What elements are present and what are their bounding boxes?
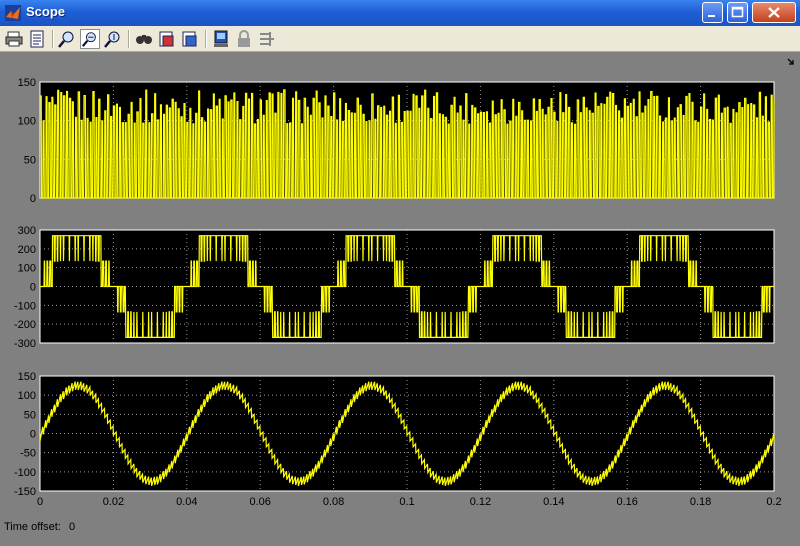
- x-tick-label: 0.02: [103, 496, 124, 508]
- x-tick-label: 0.1: [399, 496, 414, 508]
- y-tick-label: 0: [30, 193, 36, 205]
- toolbar: [0, 26, 800, 65]
- y-tick-label: 100: [18, 116, 36, 128]
- signal-selection-icon[interactable]: [257, 29, 277, 49]
- x-tick-label: 0: [37, 496, 43, 508]
- time-offset-value: 0: [69, 521, 76, 533]
- y-tick-label: 300: [18, 225, 36, 237]
- y-tick-label: 150: [18, 77, 36, 89]
- x-tick-label: 0.12: [470, 496, 491, 508]
- close-button[interactable]: [752, 2, 796, 23]
- y-tick-label: -300: [14, 338, 36, 350]
- time-offset-label: Time offset:: [4, 521, 61, 533]
- y-tick-label: 150: [18, 371, 36, 383]
- x-tick-label: 0.08: [323, 496, 344, 508]
- matlab-icon: [5, 5, 21, 21]
- y-tick-label: 0: [30, 282, 36, 294]
- x-tick-label: 0.2: [766, 496, 781, 508]
- y-tick-label: 100: [18, 390, 36, 402]
- x-tick-label: 0.14: [543, 496, 564, 508]
- print-icon[interactable]: [4, 29, 24, 49]
- x-tick-label: 0.16: [616, 496, 637, 508]
- y-tick-label: -100: [14, 467, 36, 479]
- y-tick-label: 50: [24, 409, 36, 421]
- zoom-y-icon[interactable]: [103, 29, 123, 49]
- y-tick-label: 100: [18, 263, 36, 275]
- parameters-icon[interactable]: [27, 29, 47, 49]
- maximize-button[interactable]: [727, 2, 748, 23]
- save-axes-icon[interactable]: [157, 29, 177, 49]
- y-tick-label: -150: [14, 486, 36, 498]
- minimize-icon: [708, 15, 715, 17]
- zoom-icon[interactable]: [57, 29, 77, 49]
- zoom-x-button[interactable]: [80, 29, 100, 49]
- zoom-x-icon: [81, 32, 96, 47]
- title-bar[interactable]: Scope: [0, 0, 800, 26]
- y-tick-label: -200: [14, 319, 36, 331]
- y-tick-label: 50: [24, 154, 36, 166]
- y-tick-label: 0: [30, 429, 36, 441]
- window-title: Scope: [26, 4, 66, 19]
- y-tick-label: -100: [14, 300, 36, 312]
- close-icon: [768, 7, 780, 18]
- minimize-button[interactable]: [702, 2, 723, 23]
- floating-scope-icon[interactable]: [211, 29, 231, 49]
- lock-icon[interactable]: [234, 29, 254, 49]
- y-tick-label: 200: [18, 244, 36, 256]
- maximize-icon: [731, 6, 744, 18]
- y-tick-label: -50: [20, 448, 36, 460]
- x-tick-label: 0.06: [249, 496, 270, 508]
- scope-plots: 0 50 100 150 -300 -200 -100 0 100 200 300 -150 -100 -…: [14, 77, 782, 508]
- restore-axes-icon[interactable]: [180, 29, 200, 49]
- scope-window: Scope 0 50 100 150 -300 -200 -100 0 100 …: [0, 0, 800, 546]
- x-tick-label: 0.04: [176, 496, 197, 508]
- x-tick-label: 0.18: [690, 496, 711, 508]
- autoscale-icon[interactable]: [134, 29, 154, 49]
